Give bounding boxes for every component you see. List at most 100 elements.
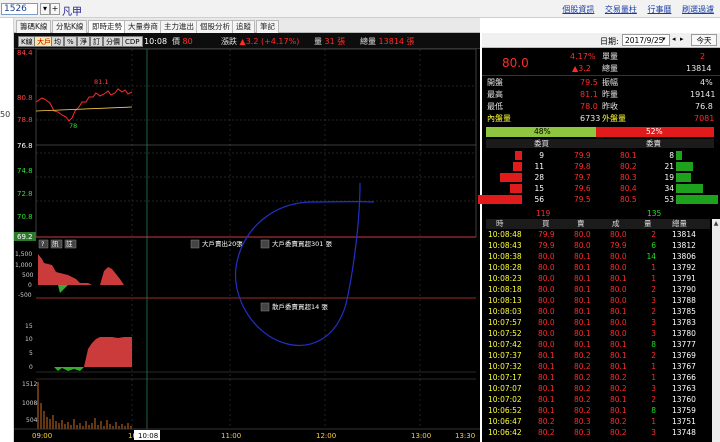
tick-row[interactable]: 10:07:42 80.0 80.1 80.1 8 13777	[482, 339, 708, 350]
bid-header: 委買	[534, 139, 549, 148]
bid-price[interactable]: 79.5	[574, 194, 591, 205]
link-stock-info[interactable]: 個股資訊	[562, 5, 594, 14]
open-label: 開盤	[487, 78, 503, 87]
tick-row[interactable]: 10:07:02 80.1 80.2 80.1 2 13760	[482, 394, 708, 405]
tab-big-broker[interactable]: 大量券商	[124, 20, 162, 33]
date-dropdown-icon[interactable]: ▾	[662, 35, 666, 43]
ask-depth-bar	[676, 195, 718, 204]
annotation-2: 散戶委賣買超14 張	[272, 302, 328, 311]
avg-button[interactable]: 均	[51, 36, 64, 47]
bid-price[interactable]: 79.8	[574, 161, 591, 172]
tick-ask: 80.1	[574, 274, 591, 283]
ask-price[interactable]: 80.3	[620, 172, 637, 183]
help-icon[interactable]	[190, 239, 200, 249]
tick-row[interactable]: 10:07:07 80.1 80.2 80.2 3 13763	[482, 383, 708, 394]
chart-panel: K線 大戶 均 % 淨 訂 分價 CDP 10:08 價 80 漲跌 ▲3.2 …	[14, 33, 480, 442]
link-calendar[interactable]: 行事曆	[647, 5, 671, 14]
next-date-icon[interactable]: ▸	[680, 35, 684, 43]
tick-row[interactable]: 10:06:47 80.2 80.3 80.2 1 13751	[482, 416, 708, 427]
tick-row[interactable]: 10:08:28 80.0 80.1 80.0 1 13792	[482, 262, 708, 273]
cursor-time: 10:08	[138, 432, 158, 440]
tick-total: 13792	[672, 263, 696, 272]
tick-bid: 80.0	[538, 318, 555, 327]
tick-row[interactable]: 10:08:48 79.9 80.0 80.0 2 13814	[482, 229, 708, 240]
tick-volume: 3	[651, 428, 656, 437]
intraday-chart[interactable]: 84.4 80.8 78.8 76.8 74.8 72.8 70.8 69.2 …	[14, 49, 480, 442]
tick-row[interactable]: 10:07:17 80.1 80.2 80.2 1 13766	[482, 372, 708, 383]
help-icon[interactable]	[260, 302, 270, 312]
tick-bid: 80.1	[538, 362, 555, 371]
top-links: 個股資訊 交易量柱 行事曆 刷選過濾	[554, 4, 714, 15]
tick-row[interactable]: 10:07:52 80.0 80.1 80.0 3 13780	[482, 328, 708, 339]
tick-row[interactable]: 10:08:38 80.0 80.1 80.0 14 13806	[482, 251, 708, 262]
th-total: 總量	[672, 219, 687, 228]
tick-row[interactable]: 10:06:52 80.1 80.2 80.1 8 13759	[482, 405, 708, 416]
add-button[interactable]: +	[50, 3, 60, 15]
cdp-button[interactable]: CDP	[122, 36, 143, 47]
bid-price[interactable]: 79.7	[574, 172, 591, 183]
bid-qty: 11	[534, 162, 544, 171]
percent-button[interactable]: %	[64, 36, 77, 47]
mid-tick-2: 500	[22, 272, 34, 279]
tick-row[interactable]: 10:08:13 80.0 80.1 80.0 3 13788	[482, 295, 708, 306]
tab-notes[interactable]: 筆記	[256, 20, 279, 33]
vol-tick-1: 1008	[22, 400, 37, 407]
symbol-input[interactable]: 1526	[1, 3, 38, 15]
tick-time: 10:08:18	[488, 285, 522, 294]
tick-volume: 2	[651, 285, 656, 294]
tick-volume: 2	[651, 307, 656, 316]
tick-row[interactable]: 10:07:57 80.0 80.1 80.0 3 13783	[482, 317, 708, 328]
scroll-up-icon[interactable]: ▲	[713, 220, 719, 228]
tick-price: 80.1	[610, 340, 627, 349]
tab-chip-kline[interactable]: 籌碼K線	[16, 20, 52, 33]
bid-depth-bar	[478, 195, 522, 204]
signal-button-label: 訊	[52, 239, 59, 248]
ask-price[interactable]: 80.2	[620, 161, 637, 172]
tick-ask: 80.0	[574, 241, 591, 250]
volume-label: 量	[314, 37, 322, 46]
tick-time: 10:07:32	[488, 362, 522, 371]
tick-row[interactable]: 10:08:18 80.0 80.1 80.0 2 13790	[482, 284, 708, 295]
price-axis: 84.4 80.8 78.8 76.8 74.8 72.8 70.8 69.2	[14, 49, 36, 241]
link-volume-bars[interactable]: 交易量柱	[605, 5, 637, 14]
high-label: 81.1	[94, 78, 108, 86]
volume-value: 31 張	[324, 37, 346, 46]
tick-time: 10:08:13	[488, 296, 522, 305]
prev-date-icon[interactable]: ◂	[672, 35, 676, 43]
tick-ask: 80.2	[574, 362, 591, 371]
tick-time: 10:08:23	[488, 274, 522, 283]
today-button[interactable]: 今天	[691, 34, 717, 46]
tick-row[interactable]: 10:07:32 80.1 80.2 80.1 1 13767	[482, 361, 708, 372]
price-line	[35, 88, 133, 122]
tab-branch-kline[interactable]: 分點K線	[52, 20, 88, 33]
tab-analysis[interactable]: 個股分析	[196, 20, 234, 33]
ask-price[interactable]: 80.4	[620, 183, 637, 194]
tick-row[interactable]: 10:08:43 79.9 80.0 79.9 6 13812	[482, 240, 708, 251]
order-button[interactable]: 訂	[90, 36, 103, 47]
tick-row[interactable]: 10:06:42 80.2 80.3 80.2 3 13748	[482, 427, 708, 438]
tab-main-force[interactable]: 主力進出	[160, 20, 198, 33]
dropdown-arrow-icon[interactable]: ▾	[40, 3, 50, 15]
tab-track[interactable]: 追蹤	[232, 20, 255, 33]
price-dist-button[interactable]: 分價	[103, 36, 123, 47]
ask-price[interactable]: 80.5	[620, 194, 637, 205]
tab-realtime[interactable]: 即時走勢	[88, 20, 126, 34]
tick-price: 80.1	[610, 395, 627, 404]
net-button[interactable]: 淨	[77, 36, 90, 47]
tick-scrollbar[interactable]	[712, 219, 720, 442]
tick-row[interactable]: 10:08:23 80.0 80.1 80.1 1 13791	[482, 273, 708, 284]
tick-bid: 80.0	[538, 263, 555, 272]
tick-price-2: 78.8	[17, 116, 33, 124]
help-icon[interactable]	[260, 239, 270, 249]
tick-row[interactable]: 10:08:03 80.0 80.1 80.1 2 13785	[482, 306, 708, 317]
tick-ask: 80.2	[574, 384, 591, 393]
q-button-label: ?	[41, 240, 44, 248]
link-filter[interactable]: 刷選過濾	[682, 5, 714, 14]
bid-price[interactable]: 79.6	[574, 183, 591, 194]
tick-row[interactable]: 10:07:37 80.1 80.2 80.1 2 13769	[482, 350, 708, 361]
tick-ask: 80.2	[574, 395, 591, 404]
kline-button[interactable]: K線	[18, 36, 36, 47]
tick-ask: 80.1	[574, 340, 591, 349]
ask-price[interactable]: 80.1	[620, 150, 637, 161]
bid-price[interactable]: 79.9	[574, 150, 591, 161]
